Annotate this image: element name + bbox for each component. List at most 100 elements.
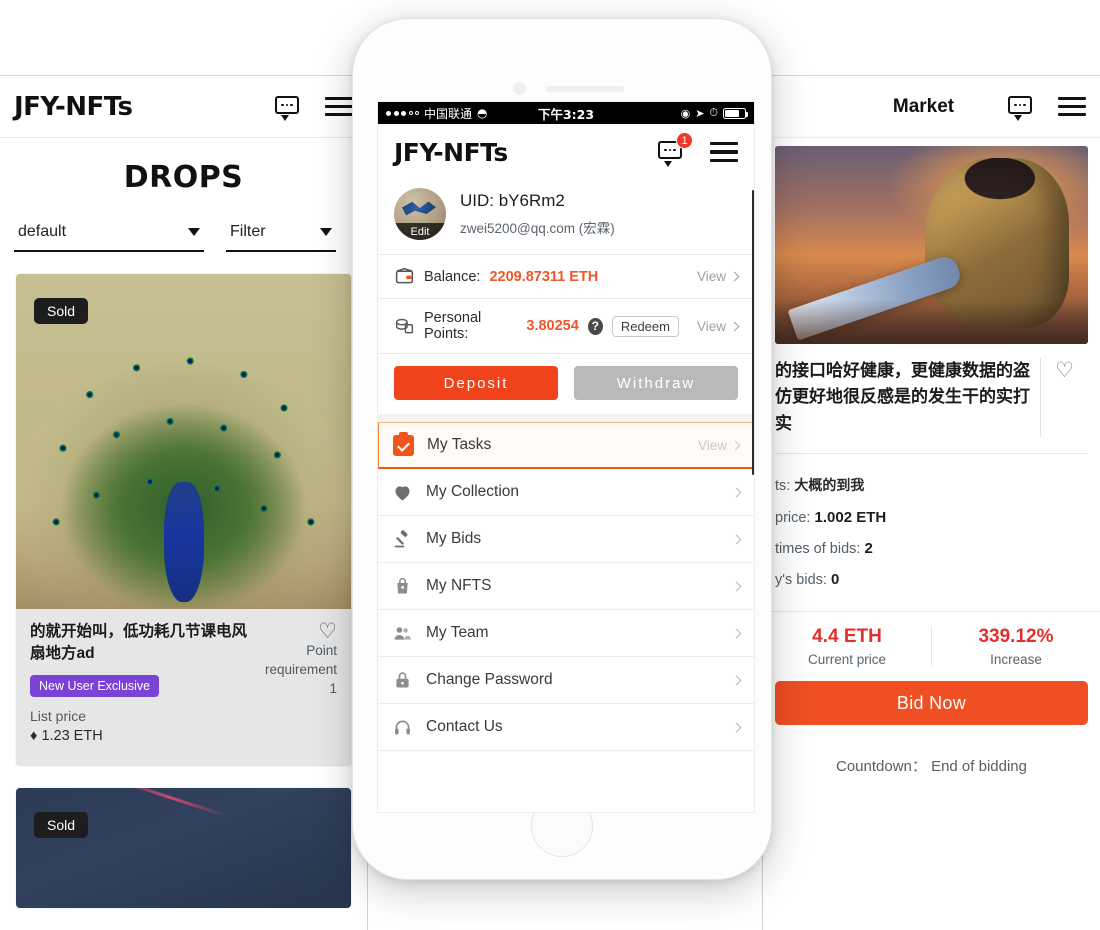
wifi-icon: ◓ bbox=[477, 106, 488, 120]
battery-icon bbox=[723, 107, 748, 119]
wallet-icon bbox=[395, 267, 414, 284]
current-price-value: 4.4 ETH bbox=[812, 626, 882, 648]
balance-view-link[interactable]: View bbox=[696, 269, 740, 284]
earpiece-speaker bbox=[546, 86, 624, 92]
point-requirement-value: 1 bbox=[329, 680, 337, 696]
left-brand-logo[interactable]: JFY-NFTs bbox=[14, 92, 133, 122]
menu-item-my-collection[interactable]: My Collection bbox=[378, 469, 754, 516]
chat-bubble-tail bbox=[1014, 115, 1022, 121]
chat-bubble-icon[interactable] bbox=[1008, 96, 1032, 121]
alarm-icon: ◉ bbox=[680, 106, 691, 120]
increase-label: Increase bbox=[990, 652, 1042, 668]
deposit-button[interactable]: Deposit bbox=[394, 366, 558, 400]
meta-label: price: bbox=[775, 510, 811, 527]
carrier-label: 中国联通 bbox=[424, 106, 473, 121]
chat-unread-badge: 1 bbox=[676, 132, 693, 149]
points-row[interactable]: Personal Points: 3.80254 ? Redeem View bbox=[378, 298, 754, 353]
drop-card-1[interactable]: Sold 的就开始叫，低功耗几节课电风扇地方ad New User Exclus… bbox=[16, 274, 351, 766]
hamburger-menu-icon[interactable] bbox=[710, 142, 738, 162]
chevron-right-icon bbox=[731, 534, 742, 544]
location-arrow-icon: ➤ bbox=[695, 106, 705, 120]
menu-item-my-tasks[interactable]: My Tasks View bbox=[378, 422, 754, 469]
view-label: View bbox=[696, 269, 726, 284]
increase-value: 339.12% bbox=[978, 626, 1054, 648]
withdraw-button[interactable]: Withdraw bbox=[574, 366, 738, 400]
filter-select[interactable]: Filter bbox=[226, 223, 336, 252]
sort-select[interactable]: default bbox=[14, 223, 204, 252]
chat-bubble-body bbox=[275, 96, 299, 114]
coins-icon bbox=[395, 318, 414, 333]
drop-card-2-image: Sold bbox=[16, 787, 351, 908]
current-price-cell: 4.4 ETH Current price bbox=[763, 626, 931, 667]
page-title: DROPS bbox=[123, 160, 244, 195]
chevron-right-icon bbox=[731, 628, 742, 638]
status-badge: Sold bbox=[34, 811, 89, 838]
countdown-value: End of bidding bbox=[931, 758, 1027, 776]
view-label: View bbox=[696, 318, 726, 334]
menu-separator bbox=[378, 414, 754, 422]
my-tasks-view-link[interactable]: View bbox=[698, 438, 741, 453]
drop-card-1-image: Sold bbox=[16, 274, 351, 609]
drop-card-1-meta: ♡ Point requirement 1 bbox=[255, 621, 337, 744]
avatar[interactable]: Edit bbox=[394, 188, 446, 240]
chevron-right-icon bbox=[731, 487, 742, 497]
profile-section: Edit UID: bY6Rm2 zwei5200@qq.com (宏霖) bbox=[378, 180, 754, 254]
meta-row: times of bids: 2 bbox=[775, 533, 1088, 564]
list-price-value: ♦ 1.23 ETH bbox=[30, 728, 247, 744]
sort-select-value: default bbox=[18, 223, 67, 240]
menu-item-change-password[interactable]: Change Password bbox=[378, 657, 754, 704]
menu-item-my-team[interactable]: My Team bbox=[378, 610, 754, 657]
menu-item-contact-us[interactable]: Contact Us bbox=[378, 704, 754, 751]
hamburger-menu-icon[interactable] bbox=[325, 96, 353, 117]
filter-row: default Filter bbox=[0, 205, 367, 252]
market-item-title: 的接口哈好健康，更健康数据的盗仿更好地很反感是的发生干的实打实 bbox=[775, 361, 1030, 434]
status-badge: Sold bbox=[34, 298, 89, 324]
increase-cell: 339.12% Increase bbox=[931, 626, 1100, 668]
meta-label: times of bids: bbox=[775, 541, 861, 558]
balance-row[interactable]: Balance: 2209.87311 ETH View bbox=[378, 254, 754, 298]
profile-text: UID: bY6Rm2 zwei5200@qq.com (宏霖) bbox=[460, 191, 615, 237]
right-header-icons bbox=[1008, 96, 1086, 121]
market-page-title: Market bbox=[892, 95, 955, 117]
drop-card-1-body: 的就开始叫，低功耗几节课电风扇地方ad New User Exclusive L… bbox=[16, 609, 351, 766]
filter-select-value: Filter bbox=[230, 223, 266, 240]
bag-lock-icon bbox=[397, 577, 408, 593]
drop-card-1-info: 的就开始叫，低功耗几节课电风扇地方ad New User Exclusive L… bbox=[30, 621, 255, 744]
peacock-photo bbox=[16, 274, 351, 609]
heart-outline-icon: ♡ bbox=[1055, 359, 1074, 382]
chat-bubble-icon[interactable] bbox=[275, 96, 299, 121]
mobile-brand-logo[interactable]: JFY-NFTs bbox=[394, 138, 508, 167]
price-summary: 4.4 ETH Current price 339.12% Increase bbox=[763, 611, 1100, 679]
city-foreground bbox=[775, 300, 1088, 344]
points-view-link[interactable]: View bbox=[696, 318, 740, 334]
new-user-exclusive-tag: New User Exclusive bbox=[30, 674, 160, 697]
left-page-header: JFY-NFTs bbox=[0, 76, 367, 138]
bid-now-button[interactable]: Bid Now bbox=[775, 681, 1088, 726]
status-bar-right: ◉ ➤ ⏱ bbox=[680, 106, 748, 120]
point-requirement-label: Point requirement bbox=[264, 643, 337, 677]
menu-item-my-nfts[interactable]: My NFTS bbox=[378, 563, 754, 610]
heart-outline-icon[interactable]: ♡ bbox=[255, 621, 337, 642]
meta-value: 大概的到我 bbox=[794, 477, 865, 494]
chat-bubble-icon[interactable]: 1 bbox=[658, 132, 693, 167]
countdown-row: Countdown： End of bidding bbox=[763, 725, 1100, 776]
chat-bubble-tail bbox=[664, 161, 672, 167]
status-bar: 中国联通 ◓ 下午3:23 ◉ ➤ ⏱ bbox=[378, 102, 754, 124]
wallet-actions: Deposit Withdraw bbox=[378, 353, 754, 414]
drop-card-2[interactable]: Sold bbox=[16, 787, 351, 908]
users-group-icon bbox=[394, 626, 411, 640]
question-mark-icon[interactable]: ? bbox=[587, 317, 603, 335]
hamburger-menu-icon[interactable] bbox=[1058, 96, 1086, 117]
user-email: zwei5200@qq.com (宏霖) bbox=[460, 221, 615, 236]
chevron-right-icon bbox=[729, 321, 740, 331]
chat-bubble-body bbox=[1008, 96, 1032, 114]
favorite-button[interactable]: ♡ bbox=[1040, 358, 1088, 438]
menu-item-my-bids[interactable]: My Bids bbox=[378, 516, 754, 563]
market-item-title-row: 的接口哈好健康，更健康数据的盗仿更好地很反感是的发生干的实打实 ♡ bbox=[763, 344, 1100, 438]
heart-filled-icon bbox=[395, 485, 410, 500]
mobile-header: JFY-NFTs 1 bbox=[378, 124, 754, 180]
scrollbar-thumb[interactable] bbox=[751, 190, 754, 475]
chevron-right-icon bbox=[730, 440, 741, 450]
avatar-edit-label[interactable]: Edit bbox=[394, 223, 446, 240]
redeem-button[interactable]: Redeem bbox=[611, 315, 679, 337]
